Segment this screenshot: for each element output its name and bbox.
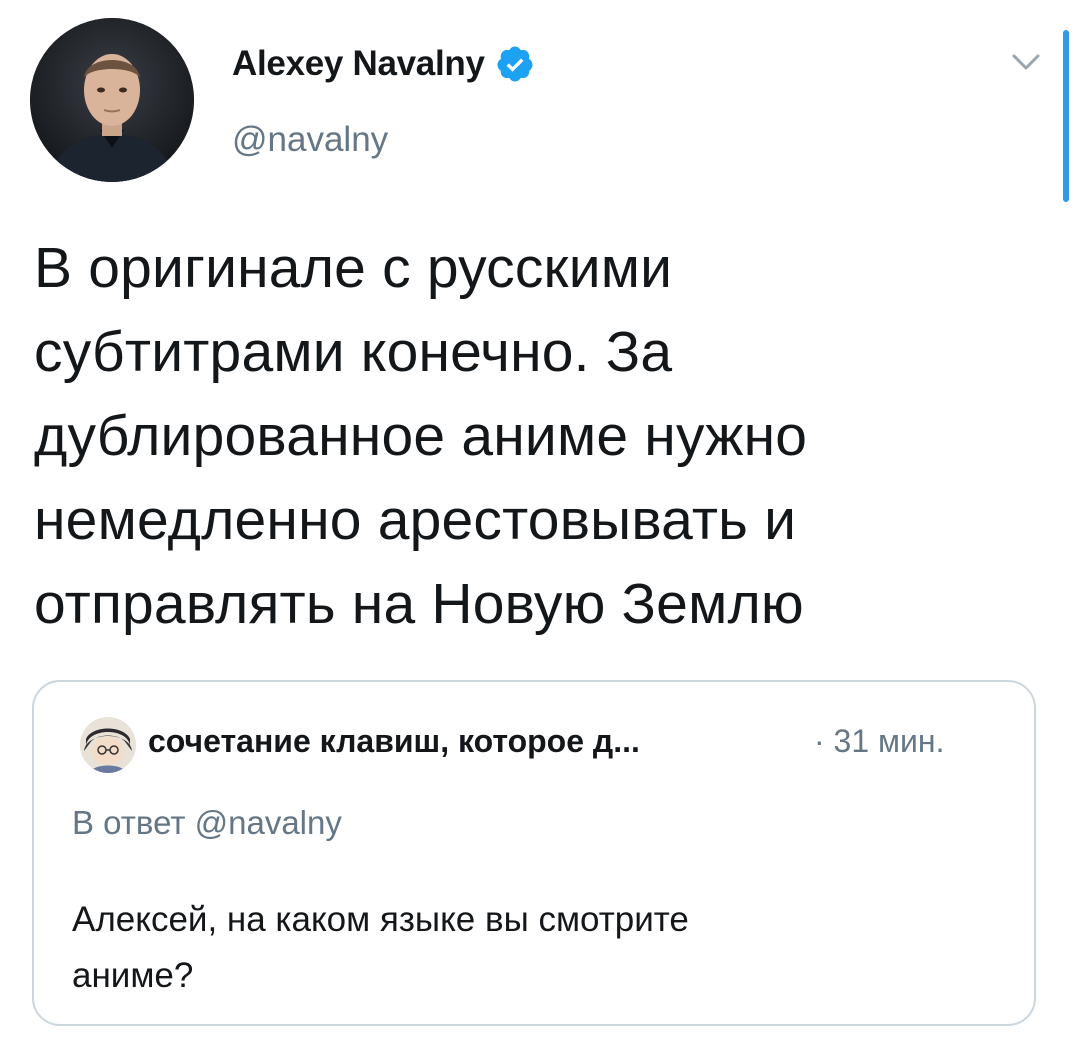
author-avatar[interactable]: [30, 18, 194, 182]
quoted-text-line: Алексей, на каком языке вы смотрите: [72, 900, 689, 939]
quoted-author-name[interactable]: сочетание клавиш, которое д...: [148, 723, 640, 760]
chevron-down-icon[interactable]: [1006, 46, 1046, 78]
tweet-text-line: немедленно арестовывать и: [34, 488, 797, 552]
quoted-timestamp: · 31 мин.: [814, 723, 945, 759]
tweet-text-line: отправлять на Новую Землю: [34, 572, 804, 636]
quoted-reply-to: В ответ @navalny: [72, 804, 342, 841]
quoted-author-avatar[interactable]: [80, 717, 136, 773]
tweet-text-line: дублированное аниме нужно: [34, 404, 808, 468]
author-name-row: Alexey Navalny: [232, 44, 535, 84]
quoted-text-line: аниме?: [72, 956, 194, 995]
scroll-indicator[interactable]: [1063, 30, 1069, 202]
author-handle[interactable]: @navalny: [232, 120, 388, 160]
tweet-text: В оригинале с русскими субтитрами конечн…: [34, 226, 1034, 646]
tweet-text-line: В оригинале с русскими: [34, 236, 673, 300]
quoted-tweet-text: Алексей, на каком языке вы смотрите аним…: [72, 892, 1002, 1004]
author-name[interactable]: Alexey Navalny: [232, 44, 485, 84]
verified-badge-icon: [497, 46, 533, 82]
quoted-tweet-card[interactable]: сочетание клавиш, которое д... · 31 мин.…: [32, 680, 1036, 1026]
tweet-text-line: субтитрами конечно. За: [34, 320, 673, 384]
